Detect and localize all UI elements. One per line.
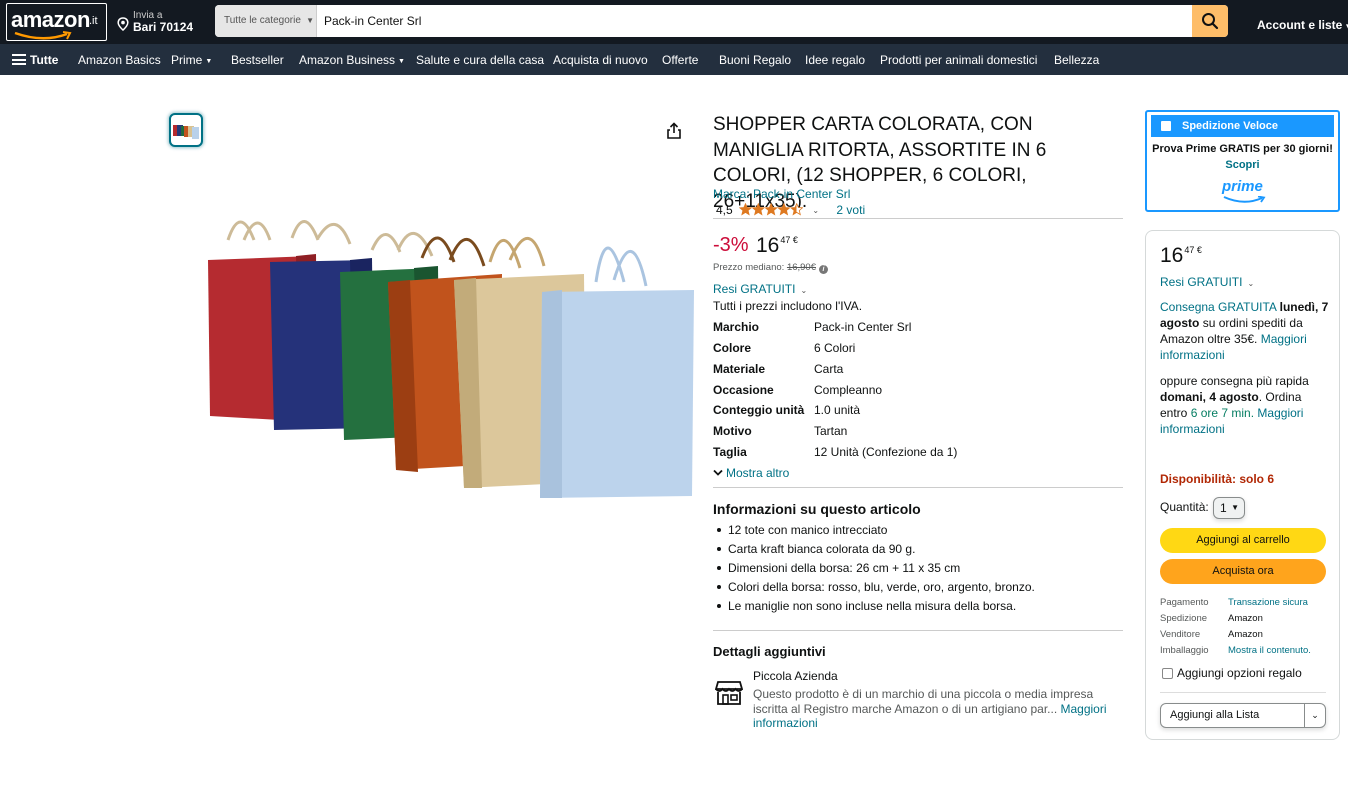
list-item: Le maniglie non sono incluse nella misur… (716, 599, 1017, 613)
divider (713, 218, 1123, 219)
location-pin-icon (117, 17, 129, 31)
account-lists[interactable]: Account e liste▼ (1257, 18, 1348, 32)
star-rating-icon (739, 203, 804, 216)
chevron-down-icon: ⌄ (1247, 279, 1255, 288)
secure-transaction-link[interactable]: Transazione sicura (1228, 597, 1308, 608)
product-main-image[interactable] (200, 210, 700, 510)
show-more-link[interactable]: Mostra altro (713, 466, 789, 480)
buybox-price: 1647 € (1160, 244, 1202, 267)
show-contents-link[interactable]: Mostra il contenuto. (1228, 645, 1311, 656)
quantity-select[interactable]: 1 ▼ (1213, 497, 1245, 519)
chevron-down-icon: ⌄ (800, 286, 808, 295)
nav-item-offerte[interactable]: Offerte (662, 53, 698, 67)
product-price: 1647 € (756, 234, 798, 257)
caret-down-icon: ▼ (303, 16, 315, 25)
prime-promo-box: Spedizione Veloce Prova Prime GRATIS per… (1145, 110, 1340, 212)
search-category-select[interactable]: Tutte le categorie ▼ (215, 5, 317, 37)
gift-option[interactable]: Aggiungi opzioni regalo (1162, 666, 1302, 680)
chevron-down-icon: ▼ (1231, 503, 1239, 512)
nav-item-salute[interactable]: Salute e cura della casa (416, 53, 544, 67)
meta-value: Amazon (1228, 629, 1263, 640)
fast-delivery-info: oppure consegna più rapida domani, 4 ago… (1160, 374, 1309, 436)
prime-discover-link[interactable]: Scopri (1147, 159, 1338, 171)
chevron-down-icon (713, 469, 723, 476)
nav-item-amazon-business[interactable]: Amazon Business ▼ (299, 53, 405, 67)
buy-now-button[interactable]: Acquista ora (1160, 559, 1326, 584)
search-bar: Tutte le categorie ▼ (215, 5, 1228, 37)
about-title: Informazioni su questo articolo (713, 501, 921, 517)
nav-item-animali[interactable]: Prodotti per animali domestici (880, 53, 1037, 67)
nav-item-amazon-basics[interactable]: Amazon Basics (78, 53, 161, 67)
availability: Disponibilità: solo 6 (1160, 472, 1275, 486)
rating-value: 4,5 (716, 203, 733, 217)
divider (1160, 692, 1326, 693)
nav-item-bestseller[interactable]: Bestseller (231, 53, 284, 67)
search-input[interactable] (318, 5, 1192, 37)
nav-item-acquista-di-nuovo[interactable]: Acquista di nuovo (553, 53, 648, 67)
storefront-icon (715, 681, 743, 705)
smile-arrow-icon (14, 31, 72, 40)
meta-value: Amazon (1228, 613, 1263, 624)
chevron-down-icon: ⌄ (812, 206, 820, 215)
nav-item-idee-regalo[interactable]: Idee regalo (805, 53, 865, 67)
votes-link[interactable]: 2 voti (836, 203, 865, 217)
gift-checkbox[interactable] (1162, 668, 1173, 679)
brand-link[interactable]: Marca: Pack-in Center Srl (713, 187, 850, 201)
nav-bar: Tutte Amazon Basics Prime ▼ Bestseller Am… (0, 44, 1348, 75)
nav-item-prime[interactable]: Prime ▼ (171, 53, 212, 67)
search-icon (1202, 13, 1219, 30)
prime-trial-text: Prova Prime GRATIS per 30 giorni! (1152, 143, 1333, 155)
nav-all-menu[interactable]: Tutte (12, 53, 58, 67)
divider (713, 630, 1123, 631)
returns-link[interactable]: Resi GRATUITI ⌄ (713, 282, 807, 296)
delivery-info: Consegna GRATUITA lunedì, 7 agosto su or… (1160, 300, 1329, 362)
vat-note: Tutti i prezzi includono l'IVA. (713, 299, 863, 313)
search-button[interactable] (1192, 5, 1228, 37)
small-business-desc: Questo prodotto è di un marchio di una p… (753, 687, 1107, 730)
info-icon[interactable]: i (819, 265, 828, 274)
quantity-label: Quantità: (1160, 500, 1209, 514)
median-price: Prezzo mediano: 16,90€ i (713, 262, 828, 274)
checkbox[interactable] (1161, 121, 1171, 131)
list-item: 12 tote con manico intrecciato (716, 523, 888, 537)
hamburger-icon (12, 54, 26, 65)
small-business-title: Piccola Azienda (753, 669, 838, 683)
divider (713, 487, 1123, 488)
add-to-list-button[interactable]: Aggiungi alla Lista ⌄ (1160, 703, 1326, 728)
list-item: Carta kraft bianca colorata da 90 g. (716, 542, 916, 556)
add-to-cart-button[interactable]: Aggiungi al carrello (1160, 528, 1326, 553)
discount-badge: -3% (713, 234, 749, 256)
meta-key: Imballaggio (1160, 645, 1209, 656)
caret-down-icon: ▼ (1344, 22, 1348, 31)
caret-down-icon: ▼ (205, 58, 213, 65)
chevron-down-icon[interactable]: ⌄ (1304, 704, 1325, 727)
meta-key: Pagamento (1160, 597, 1209, 608)
product-thumbnail[interactable] (169, 113, 203, 147)
prime-logo: prime (1222, 178, 1263, 195)
amazon-logo[interactable]: amazon .it (6, 3, 107, 41)
meta-key: Spedizione (1160, 613, 1208, 624)
list-item: Dimensioni della borsa: 26 cm + 11 x 35 … (716, 561, 961, 575)
fast-shipping-toggle[interactable]: Spedizione Veloce (1151, 115, 1334, 137)
nav-item-buoni-regalo[interactable]: Buoni Regalo (719, 53, 791, 67)
share-icon[interactable] (666, 122, 682, 140)
buybox-returns-link[interactable]: Resi GRATUITI ⌄ (1160, 275, 1254, 289)
thumbnail-image (173, 125, 199, 139)
meta-key: Venditore (1160, 629, 1201, 640)
extra-details-title: Dettagli aggiuntivi (713, 644, 826, 659)
top-header: amazon .it Invia a Bari 70124 Tutte le c… (0, 0, 1348, 44)
rating-row[interactable]: 4,5 ⌄ 2 voti (716, 203, 865, 217)
list-item: Colori della borsa: rosso, blu, verde, o… (717, 580, 1035, 594)
caret-down-icon: ▼ (398, 58, 405, 65)
prime-smile-icon (1223, 196, 1266, 203)
buy-box: 1647 € Resi GRATUITI ⌄ Consegna GRATUITA … (1145, 230, 1340, 740)
nav-item-bellezza[interactable]: Bellezza (1054, 53, 1099, 67)
